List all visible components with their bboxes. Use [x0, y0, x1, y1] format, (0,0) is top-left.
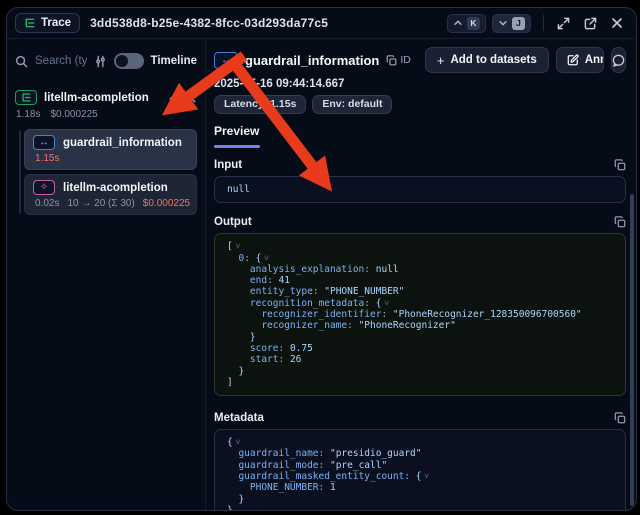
chevron-up-icon [453, 18, 463, 28]
trace-tree-sidebar: Timeline litellm-acompletion [7, 39, 206, 510]
filter-sliders-icon[interactable] [94, 55, 107, 68]
span-type-badge: ↔ [214, 52, 238, 69]
kbd-k: K [467, 17, 480, 30]
trace-tree: litellm-acompletion 1.18s $0.000225 [15, 90, 197, 215]
timeline-toggle[interactable] [114, 53, 144, 69]
message-bubble-icon [612, 54, 625, 67]
span-arrow-icon: ↔ [221, 55, 231, 66]
collapse-all-icon[interactable] [186, 92, 197, 103]
copy-icon [614, 412, 626, 424]
open-external-button[interactable] [581, 14, 599, 32]
close-icon [611, 17, 623, 29]
input-section-header: Input [214, 157, 626, 172]
add-to-datasets-button[interactable]: + Add to datasets [425, 47, 549, 73]
page: Trace 3dd538d8-b25e-4382-8fcc-03d293da77… [0, 0, 640, 515]
generation-type-badge: ✧ [33, 180, 55, 195]
input-code-box: null [214, 176, 626, 203]
copy-icon [614, 216, 626, 228]
tree-item-name: litellm-acompletion [63, 182, 168, 194]
input-label: Input [214, 159, 242, 171]
maximize-icon [557, 17, 570, 30]
topbar-divider [543, 15, 544, 31]
root-cost: $0.000225 [50, 109, 97, 120]
close-button[interactable] [608, 14, 626, 32]
annotate-button[interactable]: Annotate [557, 48, 604, 72]
tree-root-name: litellm-acompletion [44, 92, 161, 104]
copy-metadata-button[interactable] [614, 412, 626, 424]
kbd-j: J [512, 17, 525, 30]
annotate-label: Annotate [585, 54, 604, 66]
timeline-label: Timeline [151, 55, 197, 67]
copy-input-button[interactable] [614, 159, 626, 171]
trace-type-badge [15, 90, 37, 105]
metadata-code-box: { ˅ guardrail_name: "presidio_guard" gua… [214, 429, 626, 510]
item-cost: $0.000225 [143, 198, 190, 209]
observation-title: guardrail_information [245, 53, 379, 68]
vertical-scrollbar[interactable] [630, 194, 634, 506]
span-type-badge: ↔ [33, 135, 55, 150]
trace-id: 3dd538d8-b25e-4382-8fcc-03d293da77c5 [90, 16, 328, 30]
plus-icon: + [437, 53, 445, 68]
observation-detail-panel: ↔ guardrail_information ID + Add to data… [206, 39, 636, 510]
chevron-up-icon[interactable] [168, 92, 179, 103]
badge-row: Latency: 1.15s Env: default [214, 95, 626, 114]
tree-guide-line [19, 131, 21, 213]
external-link-icon [584, 17, 597, 30]
list-tree-icon [21, 92, 32, 103]
copy-icon [386, 55, 397, 66]
copy-id-button[interactable]: ID [386, 54, 411, 66]
search-input[interactable] [35, 55, 87, 67]
id-label: ID [400, 54, 411, 66]
search-icon [15, 55, 28, 68]
tree-item-guardrail-information[interactable]: ↔ guardrail_information 1.15s [24, 129, 197, 170]
root-metrics: 1.18s $0.000225 [16, 109, 197, 120]
tree-root-row[interactable]: litellm-acompletion [15, 90, 197, 105]
env-badge: Env: default [312, 95, 392, 114]
trace-detail-window: Trace 3dd538d8-b25e-4382-8fcc-03d293da77… [6, 7, 637, 511]
metadata-label: Metadata [214, 412, 264, 424]
tab-active-underline [214, 145, 260, 148]
tab-preview[interactable]: Preview [214, 124, 259, 138]
tab-bar: Preview [214, 122, 626, 148]
item-latency: 1.15s [35, 153, 59, 164]
observation-timestamp: 2025-05-16 09:44:14.667 [214, 78, 626, 90]
chevron-down-icon [498, 18, 508, 28]
comment-button[interactable] [611, 47, 626, 73]
trace-badge-label: Trace [41, 17, 71, 29]
output-label: Output [214, 216, 252, 228]
add-to-datasets-label: Add to datasets [450, 54, 536, 66]
annotate-split-button: Annotate [556, 47, 604, 73]
sparkle-icon: ✧ [40, 182, 48, 193]
next-observation-button[interactable]: J [492, 14, 531, 33]
copy-output-button[interactable] [614, 216, 626, 228]
list-tree-icon [24, 17, 36, 29]
item-latency: 0.02s [35, 198, 59, 209]
observation-header: ↔ guardrail_information ID + Add to data… [214, 47, 626, 73]
trace-type-badge: Trace [15, 13, 80, 33]
tree-item-litellm-acompletion[interactable]: ✧ litellm-acompletion 0.02s 10 → 20 (Σ 3… [24, 174, 197, 215]
item-token-usage: 10 → 20 (Σ 30) [67, 198, 134, 209]
output-code-box: [ ˅ 0: { ˅ analysis_explanation: null en… [214, 233, 626, 396]
tree-children: ↔ guardrail_information 1.15s [15, 129, 197, 215]
prev-observation-button[interactable]: K [447, 14, 486, 33]
latency-badge: Latency: 1.15s [214, 95, 306, 114]
output-section-header: Output [214, 214, 626, 229]
tree-item-name: guardrail_information [63, 137, 182, 149]
search-bar: Timeline [15, 49, 197, 73]
metadata-section-header: Metadata [214, 410, 626, 425]
copy-icon [614, 159, 626, 171]
square-pen-icon [567, 54, 579, 66]
expand-button[interactable] [554, 14, 572, 32]
root-latency: 1.18s [16, 109, 40, 120]
span-arrow-icon: ↔ [39, 137, 49, 148]
top-bar: Trace 3dd538d8-b25e-4382-8fcc-03d293da77… [7, 8, 636, 39]
